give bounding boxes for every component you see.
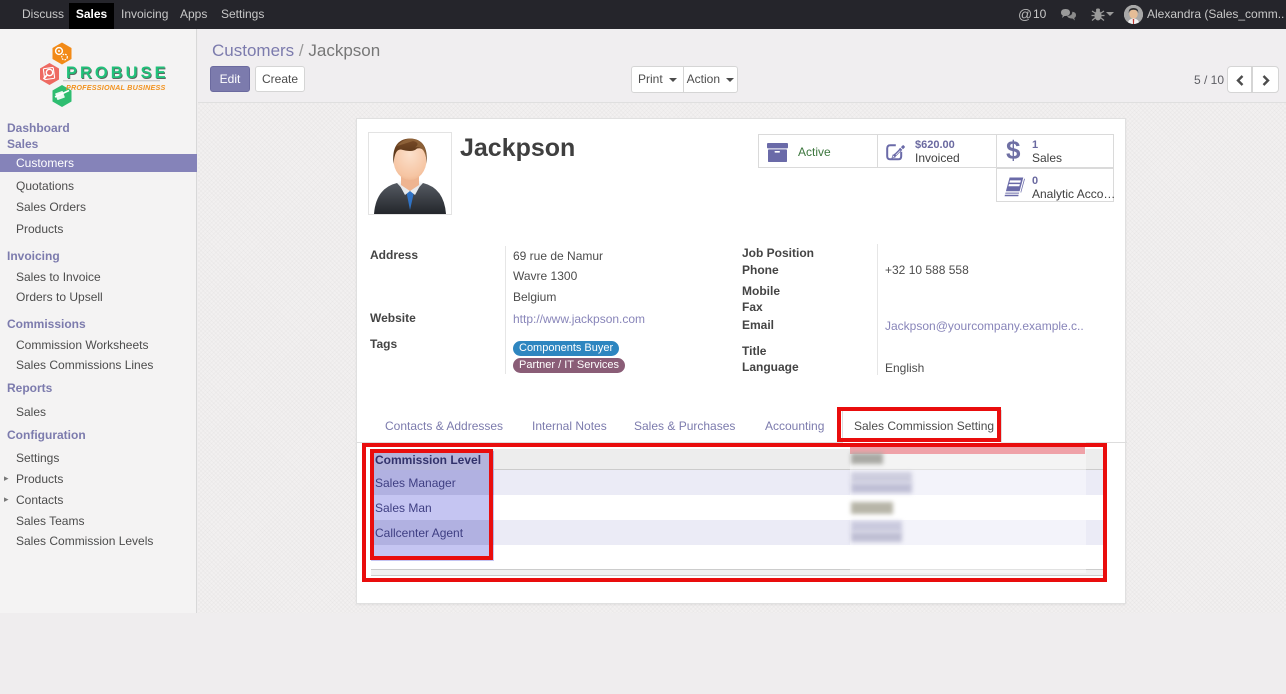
svg-text:PROFESSIONAL BUSINESS: PROFESSIONAL BUSINESS bbox=[66, 83, 166, 92]
svg-text:PROBUSE: PROBUSE bbox=[66, 64, 169, 82]
